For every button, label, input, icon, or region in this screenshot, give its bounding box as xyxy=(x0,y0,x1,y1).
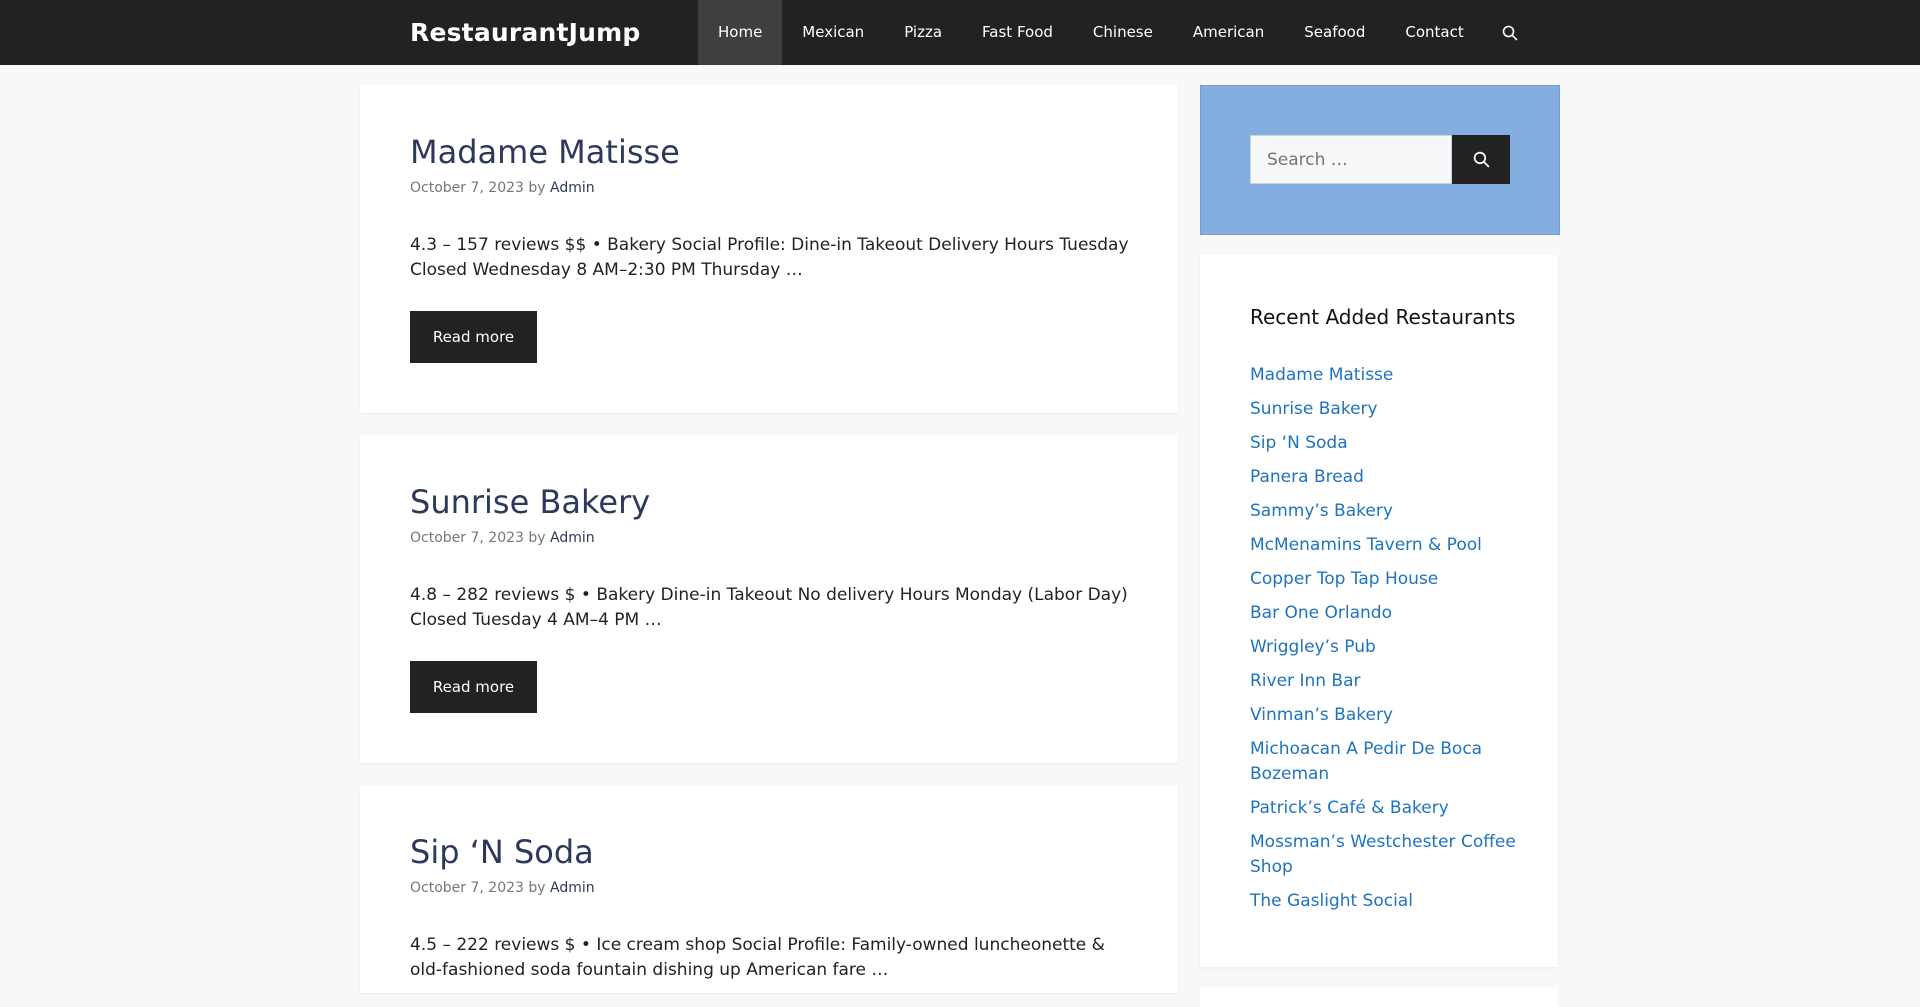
recent-restaurant-link[interactable]: Madame Matisse xyxy=(1250,363,1520,388)
recent-restaurant-link[interactable]: Sammy’s Bakery xyxy=(1250,499,1520,524)
read-more-button[interactable]: Read more xyxy=(410,311,537,363)
post-excerpt: 4.3 – 157 reviews $$ • Bakery Social Pro… xyxy=(410,235,1129,280)
main-navigation: Home Mexican Pizza Fast Food Chinese Ame… xyxy=(698,0,1536,65)
post-date: October 7, 2023 xyxy=(410,880,524,896)
post-excerpt: 4.8 – 282 reviews $ • Bakery Dine-in Tak… xyxy=(410,585,1128,630)
nav-item-mexican[interactable]: Mexican xyxy=(782,0,884,65)
read-more-button[interactable]: Read more xyxy=(410,661,537,713)
post-excerpt: 4.5 – 222 reviews $ • Ice cream shop Soc… xyxy=(410,935,1105,980)
search-input[interactable] xyxy=(1250,135,1452,184)
search-icon xyxy=(1502,25,1518,40)
next-sidebar-widget xyxy=(1200,987,1558,1007)
post-by: by xyxy=(528,530,546,546)
recent-restaurant-link[interactable]: Wriggley’s Pub xyxy=(1250,635,1520,660)
recent-restaurant-link[interactable]: Panera Bread xyxy=(1250,465,1520,490)
site-header: RestaurantJump Home Mexican Pizza Fast F… xyxy=(0,0,1920,65)
post-title[interactable]: Madame Matisse xyxy=(410,133,680,171)
recent-restaurant-link[interactable]: Vinman’s Bakery xyxy=(1250,703,1520,728)
widget-title: Recent Added Restaurants xyxy=(1250,305,1516,329)
post-card: Sip ‘N Soda October 7, 2023 by Admin 4.5… xyxy=(360,785,1178,993)
recent-restaurant-link[interactable]: Sunrise Bakery xyxy=(1250,397,1520,422)
post-by: by xyxy=(528,880,546,896)
post-meta: October 7, 2023 by Admin xyxy=(410,880,595,896)
nav-item-chinese[interactable]: Chinese xyxy=(1073,0,1173,65)
post-by: by xyxy=(528,180,546,196)
recent-restaurant-link[interactable]: Bar One Orlando xyxy=(1250,601,1520,626)
post-title[interactable]: Sip ‘N Soda xyxy=(410,833,594,871)
search-icon xyxy=(1473,151,1489,168)
post-date: October 7, 2023 xyxy=(410,180,524,196)
recent-restaurant-link[interactable]: River Inn Bar xyxy=(1250,669,1520,694)
nav-item-pizza[interactable]: Pizza xyxy=(884,0,962,65)
post-meta: October 7, 2023 by Admin xyxy=(410,530,595,546)
post-date: October 7, 2023 xyxy=(410,530,524,546)
search-submit-button[interactable] xyxy=(1452,135,1510,184)
post-meta: October 7, 2023 by Admin xyxy=(410,180,595,196)
recent-restaurant-link[interactable]: McMenamins Tavern & Pool xyxy=(1250,533,1520,558)
recent-restaurant-link[interactable]: Patrick’s Café & Bakery xyxy=(1250,796,1520,821)
site-brand[interactable]: RestaurantJump xyxy=(410,0,641,65)
recent-restaurant-link[interactable]: Mossman’s Westchester Coffee Shop xyxy=(1250,830,1520,880)
recent-restaurant-link[interactable]: Michoacan A Pedir De Boca Bozeman xyxy=(1250,737,1520,787)
nav-item-home[interactable]: Home xyxy=(698,0,783,65)
post-author-link[interactable]: Admin xyxy=(550,880,595,896)
nav-item-fast-food[interactable]: Fast Food xyxy=(962,0,1073,65)
nav-search-button[interactable] xyxy=(1484,0,1536,65)
nav-item-american[interactable]: American xyxy=(1173,0,1284,65)
post-author-link[interactable]: Admin xyxy=(550,180,595,196)
nav-item-contact[interactable]: Contact xyxy=(1385,0,1483,65)
post-card: Madame Matisse October 7, 2023 by Admin … xyxy=(360,85,1178,413)
recent-restaurant-link[interactable]: The Gaslight Social xyxy=(1250,889,1520,914)
nav-item-seafood[interactable]: Seafood xyxy=(1284,0,1385,65)
recent-restaurant-link[interactable]: Copper Top Tap House xyxy=(1250,567,1520,592)
post-title[interactable]: Sunrise Bakery xyxy=(410,483,650,521)
recent-restaurants-list: Madame Matisse Sunrise Bakery Sip ‘N Sod… xyxy=(1250,363,1520,923)
post-author-link[interactable]: Admin xyxy=(550,530,595,546)
post-card: Sunrise Bakery October 7, 2023 by Admin … xyxy=(360,435,1178,763)
search-widget xyxy=(1200,85,1560,235)
recent-restaurants-widget: Recent Added Restaurants Madame Matisse … xyxy=(1200,255,1558,967)
recent-restaurant-link[interactable]: Sip ‘N Soda xyxy=(1250,431,1520,456)
